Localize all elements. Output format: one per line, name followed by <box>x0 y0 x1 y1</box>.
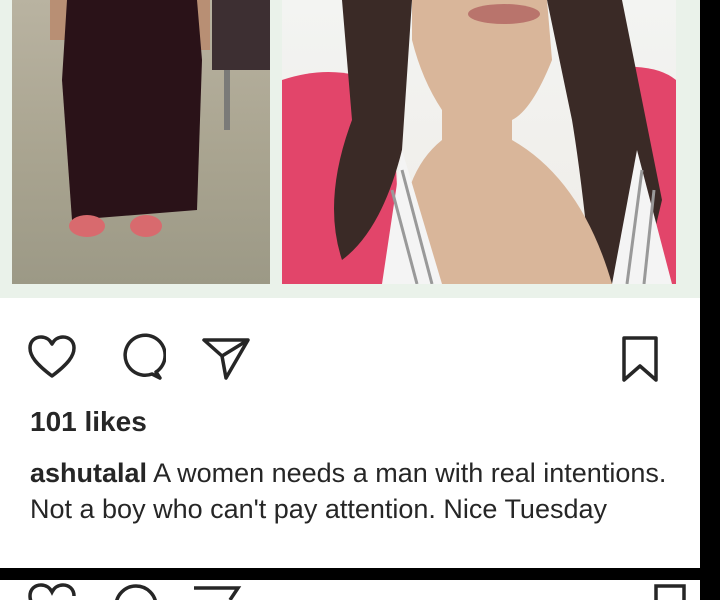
post-caption: ashutalal A women needs a man with real … <box>30 455 670 527</box>
instagram-post: 101 likes ashutalal A women needs a man … <box>0 0 700 600</box>
caption-username[interactable]: ashutalal <box>30 458 147 488</box>
bookmark-icon[interactable] <box>650 580 690 600</box>
heart-icon[interactable] <box>26 580 78 600</box>
post-photo-right <box>282 0 676 284</box>
paper-plane-icon <box>202 338 250 380</box>
post-image-collage[interactable] <box>0 0 700 298</box>
comment-icon[interactable] <box>114 580 166 600</box>
post-action-bar <box>0 322 700 392</box>
screen: 101 likes ashutalal A women needs a man … <box>0 0 720 600</box>
post-photo-left <box>12 0 270 284</box>
heart-icon <box>28 335 76 378</box>
bookmark-icon <box>622 336 658 382</box>
comment-icon <box>123 333 166 380</box>
save-button[interactable] <box>614 332 666 384</box>
comment-button[interactable] <box>114 332 166 384</box>
likes-count[interactable]: 101 likes <box>30 406 147 438</box>
like-button[interactable] <box>26 332 78 384</box>
paper-plane-icon[interactable] <box>190 580 242 600</box>
next-post-action-bar <box>0 580 700 600</box>
share-button[interactable] <box>200 332 252 384</box>
